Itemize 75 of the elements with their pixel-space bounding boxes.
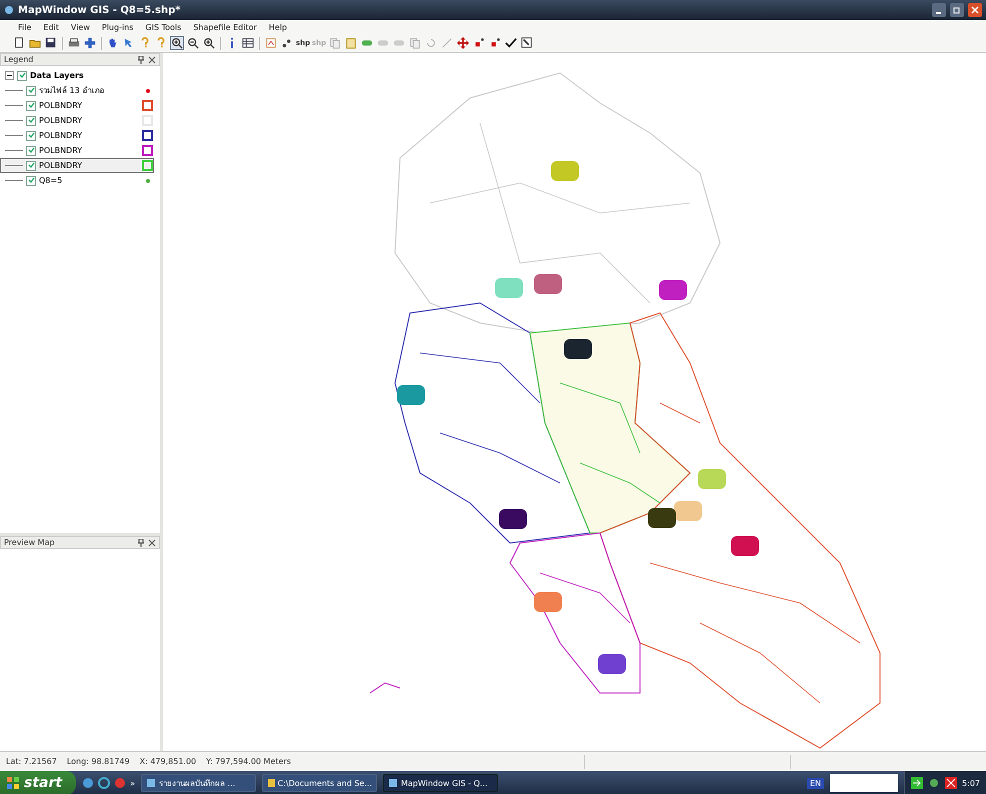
checkbox[interactable] <box>17 70 27 80</box>
close-icon[interactable] <box>148 538 156 546</box>
checkbox[interactable] <box>26 100 36 110</box>
layer-label: POLBNDRY <box>39 116 84 125</box>
menu-item[interactable]: Plug-ins <box>96 22 140 32</box>
layer-row[interactable]: POLBNDRY <box>0 143 154 158</box>
layer-row[interactable]: รวมไฟล์ 13 อำเภอ <box>0 83 154 98</box>
language-indicator[interactable]: EN <box>806 778 824 788</box>
table-icon[interactable] <box>241 36 255 50</box>
more-button[interactable]: » <box>130 778 135 788</box>
start-button[interactable]: start <box>0 771 76 794</box>
close-icon <box>971 6 979 14</box>
shapefile-icon[interactable] <box>264 36 278 50</box>
layer-label: POLBNDRY <box>39 146 84 155</box>
banner-placeholder <box>830 774 898 792</box>
panel-title: Preview Map <box>4 538 56 547</box>
window-icon <box>388 778 398 788</box>
folder-icon <box>266 778 275 788</box>
app-icon <box>4 5 14 15</box>
layer-label: POLBNDRY <box>39 161 84 170</box>
add-layer-icon[interactable] <box>83 36 97 50</box>
menu-item[interactable]: GIS Tools <box>139 22 188 32</box>
pin-icon[interactable] <box>138 538 144 546</box>
layer-label: Q8=5 <box>39 176 64 185</box>
checkbox[interactable] <box>26 160 36 170</box>
zoom-out-icon[interactable] <box>186 36 200 50</box>
move-icon[interactable] <box>456 36 470 50</box>
minimize-button[interactable] <box>932 3 946 17</box>
layer-label: รวมไฟล์ 13 อำเภอ <box>39 84 106 97</box>
warning-icon[interactable] <box>945 777 958 789</box>
check-icon[interactable] <box>504 36 518 50</box>
status-text: Y: 797,594.00 Meters <box>206 757 291 766</box>
frame-icon[interactable] <box>520 36 534 50</box>
collapse-icon[interactable] <box>5 71 14 80</box>
save-icon[interactable] <box>44 36 58 50</box>
close-button[interactable] <box>968 3 982 17</box>
windows-logo-icon <box>6 776 20 790</box>
layer-group-label[interactable]: Data Layers <box>30 71 153 80</box>
checkbox[interactable] <box>26 86 36 96</box>
window-icon <box>146 778 156 788</box>
checkbox[interactable] <box>26 116 36 126</box>
restore-button[interactable] <box>950 3 964 17</box>
status-text: Lat: 7.21567 <box>6 757 57 766</box>
zoom-in-icon[interactable] <box>170 36 184 50</box>
menu-item[interactable]: File <box>12 22 38 32</box>
clock: 5:07 <box>962 778 980 788</box>
arrow-icon[interactable] <box>911 777 924 789</box>
layer-row[interactable]: POLBNDRY <box>0 158 154 173</box>
menu-item[interactable]: Shapefile Editor <box>187 22 263 32</box>
network-icon[interactable] <box>928 777 940 789</box>
window-title: MapWindow GIS - Q8=5.shp* <box>18 4 180 16</box>
pin-icon[interactable] <box>138 56 144 64</box>
taskbar-button[interactable]: MapWindow GIS - Q... <box>382 774 498 792</box>
menu-item[interactable]: View <box>64 22 96 32</box>
layer-label: POLBNDRY <box>39 101 84 110</box>
new-file-icon[interactable] <box>12 36 26 50</box>
checkbox[interactable] <box>26 176 36 186</box>
layer-row[interactable]: POLBNDRY <box>0 113 154 128</box>
layer-label: POLBNDRY <box>39 131 84 140</box>
checkbox[interactable] <box>26 130 36 140</box>
zoom-icon[interactable] <box>202 36 216 50</box>
menu-item[interactable]: Edit <box>37 22 65 32</box>
status-text: X: 479,851.00 <box>140 757 196 766</box>
panel-title: Legend <box>4 55 34 64</box>
taskbar-button[interactable]: C:\Documents and Se... <box>262 774 377 792</box>
checkbox[interactable] <box>26 146 36 156</box>
layer-row[interactable]: Q8=5 <box>0 173 154 188</box>
close-icon[interactable] <box>148 56 156 64</box>
paste-icon[interactable] <box>344 36 358 50</box>
menu-item[interactable]: Help <box>262 22 294 32</box>
status-text: Long: 98.81749 <box>66 757 130 766</box>
layer-row[interactable]: POLBNDRY <box>0 98 154 113</box>
layer-row[interactable]: POLBNDRY <box>0 128 154 143</box>
taskbar-button[interactable]: รายงานผลบันทึกผล ... <box>140 774 256 792</box>
restore-icon <box>953 6 961 14</box>
